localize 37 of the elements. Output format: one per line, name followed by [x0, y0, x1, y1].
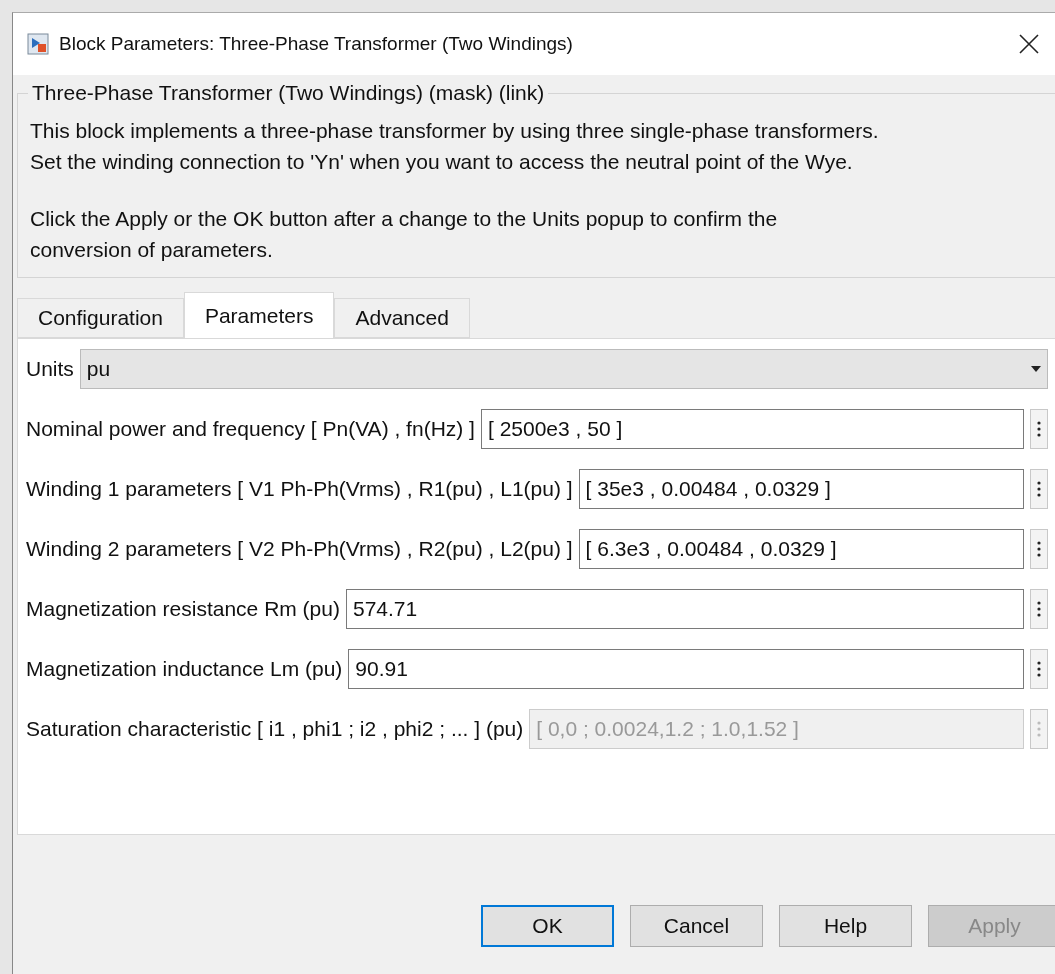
tab[interactable]: Configuration	[17, 298, 184, 338]
parameter-label: Saturation characteristic [ i1 , phi1 ; i2 , phi2 ; ... ] (pu)	[26, 717, 524, 741]
units-dropdown[interactable]: pu	[79, 349, 1048, 389]
input-field[interactable]: 90.91	[348, 649, 1024, 689]
more-options-button[interactable]	[1030, 469, 1048, 509]
vertical-dots-icon	[1037, 601, 1041, 617]
parameter-label: Units	[26, 357, 74, 381]
more-options-button[interactable]	[1030, 589, 1048, 629]
description-text: Click the Apply or the OK button after a change to the Units popup to confirm the conversion of parameters.	[30, 206, 779, 263]
parameter-label: Winding 1 parameters [ V1 Ph-Ph(Vrms) , R1(pu) , L1(pu) ]	[26, 477, 573, 501]
input-field[interactable]: [ 35e3 , 0.00484 , 0.0329 ]	[578, 469, 1024, 509]
caret-icon	[1031, 366, 1041, 372]
group-title: Three-Phase Transformer (Two Windings) (mask) (link)	[31, 81, 546, 105]
close-icon	[1018, 33, 1040, 55]
description-text: This block implements a three-phase transformer by using three single-phase transformers. Set the winding connection to 'Yn' when you want to access the neutral point of the Wye.	[30, 118, 880, 175]
parameter-label: Winding 2 parameters [ V2 Ph-Ph(Vrms) , R2(pu) , L2(pu) ]	[26, 537, 573, 561]
window-title: Block Parameters: Three-Phase Transformer (Two Windings)	[59, 33, 574, 55]
input-field[interactable]: [ 6.3e3 , 0.00484 , 0.0329 ]	[578, 529, 1024, 569]
parameter-label: Magnetization inductance Lm (pu)	[26, 657, 343, 681]
vertical-dots-icon	[1037, 661, 1041, 677]
more-options-button[interactable]	[1030, 649, 1048, 689]
dialog-button[interactable]: OK	[481, 905, 614, 947]
input-field[interactable]: 574.71	[345, 589, 1024, 629]
app-icon	[27, 33, 49, 55]
vertical-dots-icon	[1037, 481, 1041, 497]
tab[interactable]: Parameters	[183, 292, 335, 338]
dialog-button[interactable]: Help	[779, 905, 912, 947]
parameter-label: Nominal power and frequency [ Pn(VA) , fn(Hz) ]	[26, 417, 475, 441]
parameter-label: Magnetization resistance Rm (pu)	[26, 597, 340, 621]
more-options-button[interactable]	[1030, 409, 1048, 449]
input-field[interactable]: [ 2500e3 , 50 ]	[480, 409, 1024, 449]
vertical-dots-icon	[1037, 541, 1041, 557]
more-options-button[interactable]	[1030, 529, 1048, 569]
tab[interactable]: Advanced	[334, 298, 470, 338]
vertical-dots-icon	[1037, 721, 1041, 737]
dialog-button[interactable]: Cancel	[630, 905, 763, 947]
vertical-dots-icon	[1037, 421, 1041, 437]
